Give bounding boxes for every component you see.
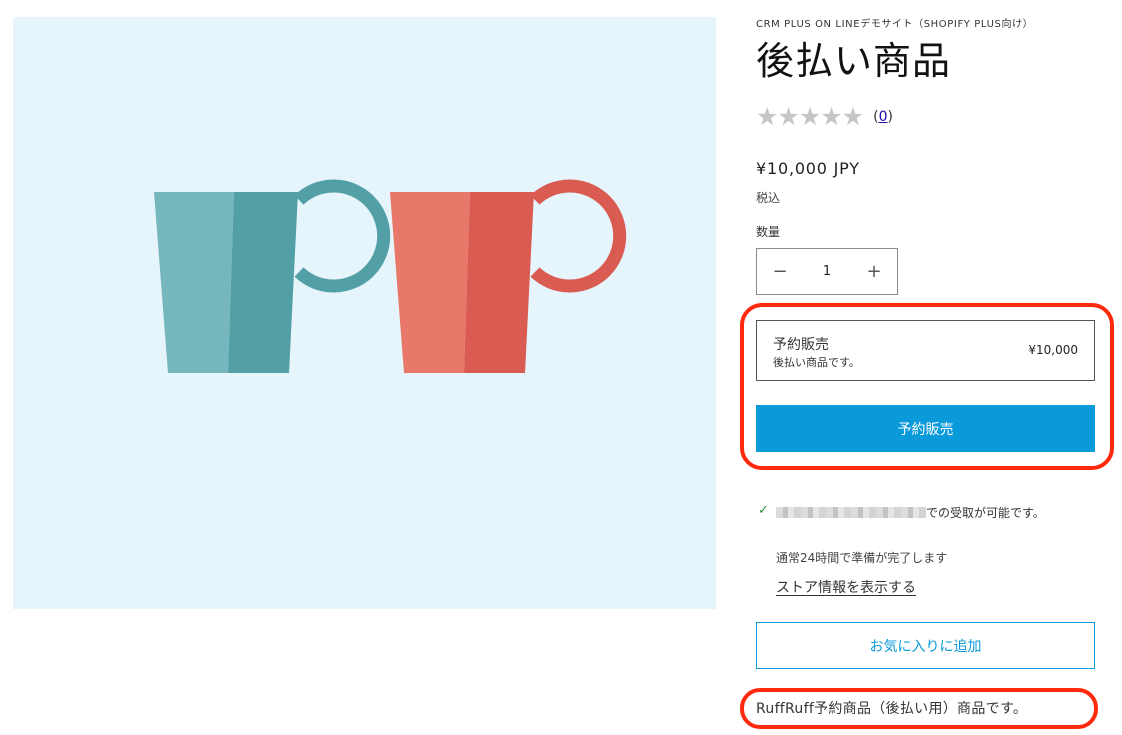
star-icon: ★	[777, 102, 800, 131]
product-image[interactable]	[13, 17, 716, 609]
add-to-favorites-button[interactable]: お気に入りに追加	[756, 622, 1095, 669]
quantity-stepper: − 1 +	[756, 248, 898, 295]
mugs-illustration	[154, 179, 627, 373]
quantity-label: 数量	[756, 225, 781, 239]
store-info-link[interactable]: ストア情報を表示する	[776, 577, 916, 597]
quantity-input[interactable]: 1	[807, 264, 847, 279]
product-rating: ★ ★ ★ ★ ★ (0)	[756, 104, 893, 130]
teal-mug	[154, 179, 391, 373]
review-count-link[interactable]: 0	[879, 109, 888, 125]
coral-mug	[390, 179, 627, 373]
pickup-ready-time: 通常24時間で準備が完了します	[776, 551, 948, 565]
tax-note: 税込	[756, 191, 781, 205]
redacted-store-name	[776, 507, 926, 518]
pickup-availability-text: での受取が可能です。	[776, 503, 1086, 523]
highlight-annotation	[740, 303, 1114, 470]
star-icon: ★	[798, 102, 822, 131]
star-icon: ★	[820, 102, 843, 131]
review-count: (0)	[873, 109, 893, 125]
highlight-annotation	[740, 688, 1098, 729]
vendor-name: CRM PLUS ON LINEデモサイト（SHOPIFY PLUS向け）	[756, 19, 1034, 30]
check-icon: ✓	[758, 503, 769, 518]
quantity-increase-button[interactable]: +	[851, 249, 897, 294]
product-title: 後払い商品	[756, 39, 952, 83]
quantity-decrease-button[interactable]: −	[757, 249, 803, 294]
product-price: ¥10,000 JPY	[756, 159, 860, 178]
star-icon: ★	[841, 102, 865, 131]
rating-stars: ★ ★ ★ ★ ★	[756, 102, 865, 131]
star-icon: ★	[756, 102, 779, 131]
